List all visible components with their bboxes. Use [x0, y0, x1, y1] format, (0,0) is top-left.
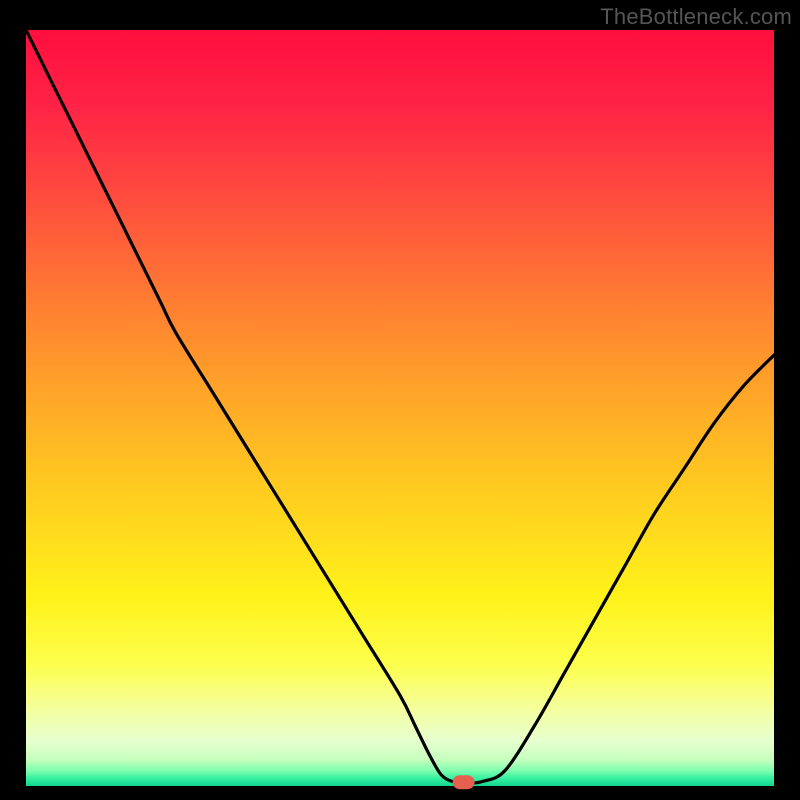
optimum-marker [453, 775, 475, 789]
chart-svg [0, 0, 800, 800]
gradient-background [26, 30, 774, 786]
bottleneck-chart: TheBottleneck.com [0, 0, 800, 800]
watermark-label: TheBottleneck.com [600, 4, 792, 30]
plot-area [26, 30, 774, 786]
